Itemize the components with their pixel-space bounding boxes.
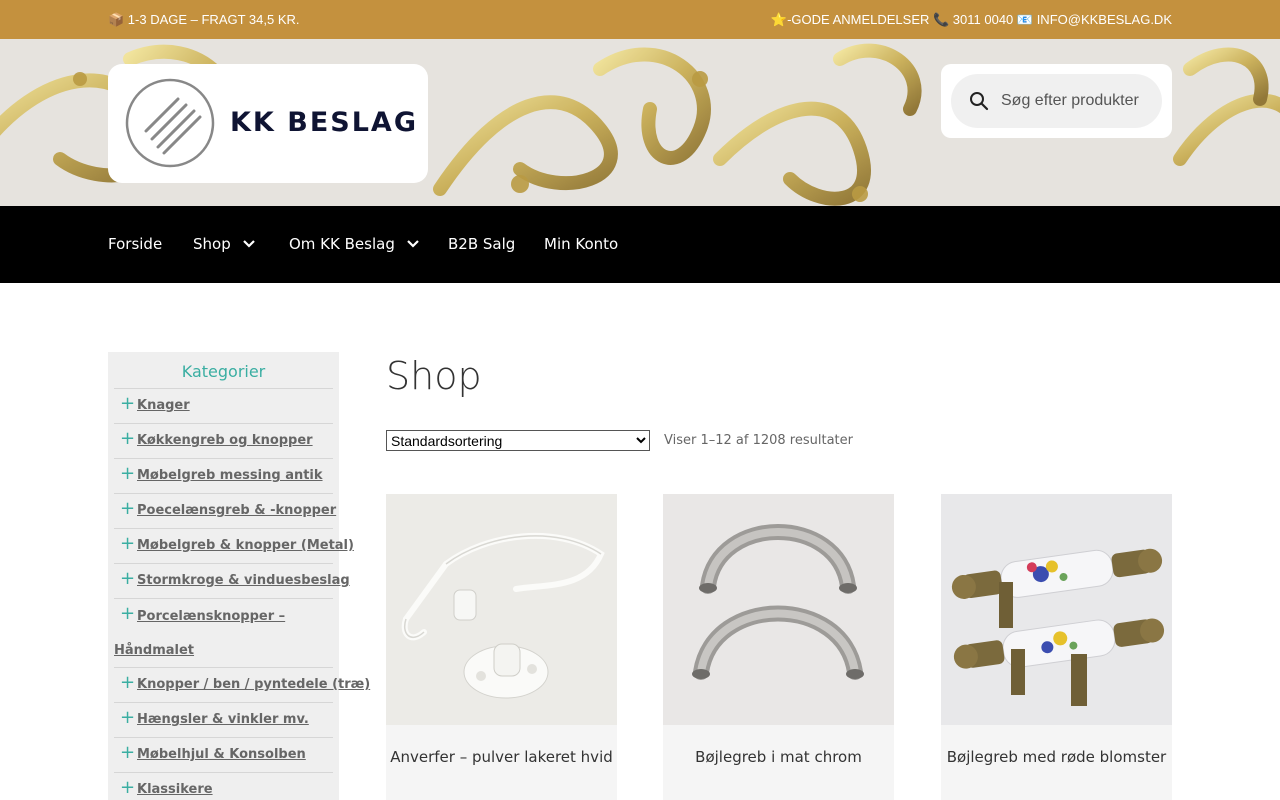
expand-plus-icon[interactable]: + — [120, 534, 135, 554]
product-name[interactable]: Bøjlegreb i mat chrom — [663, 748, 894, 766]
expand-plus-icon[interactable]: + — [120, 708, 135, 728]
category-link[interactable]: Porcelænsknopper – Håndmalet — [114, 600, 333, 668]
nav-label: Shop — [193, 235, 231, 253]
main-navigation: Forside Shop Om KK Beslag B2B Salg Min K… — [0, 206, 1280, 283]
nav-label: B2B Salg — [448, 235, 516, 253]
logo-mark-icon — [125, 78, 215, 168]
nav-item-forside[interactable]: Forside — [108, 235, 162, 253]
category-item: + Knager — [114, 388, 333, 423]
category-sidebar: Kategorier + Knager + Køkkengreb og knoppe… — [108, 352, 370, 800]
expand-plus-icon[interactable]: + — [120, 394, 135, 414]
search-widget — [941, 64, 1172, 138]
product-card[interactable]: Bøjlegreb i mat chrom — [663, 494, 894, 800]
category-list: + Knager + Køkkengreb og knopper + Møbelgre… — [114, 388, 370, 800]
nav-label: Min Konto — [544, 235, 619, 253]
product-card[interactable]: Bøjlegreb med røde blomster — [941, 494, 1172, 800]
category-item: + Stormkroge & vinduesbeslag — [114, 563, 350, 598]
nav-label: Om KK Beslag — [289, 235, 395, 253]
expand-plus-icon[interactable]: + — [120, 569, 135, 589]
category-item: + Møbelhjul & Konsolben — [114, 737, 333, 772]
nav-item-b2b-salg[interactable]: B2B Salg — [448, 235, 515, 253]
chevron-down-icon[interactable] — [242, 240, 255, 248]
category-link[interactable]: Hængsler & vinkler mv. — [137, 712, 309, 727]
product-image[interactable] — [386, 494, 617, 725]
product-image[interactable] — [663, 494, 894, 725]
category-item: + Knopper / ben / pyntedele (træ) — [114, 667, 370, 702]
category-item: + Køkkengreb og knopper — [114, 423, 333, 458]
category-link[interactable]: Møbelhjul & Konsolben — [137, 747, 306, 762]
category-item: + Poecelænsgreb & -knopper — [114, 493, 336, 528]
search-icon[interactable] — [969, 91, 989, 111]
site-logo[interactable]: KK BESLAG — [108, 64, 428, 183]
category-item: + Møbelgreb messing antik — [114, 458, 333, 493]
nav-item-min-konto[interactable]: Min Konto — [544, 235, 618, 253]
porcelain-handle-image — [941, 494, 1172, 725]
category-item: + Møbelgreb & knopper (Metal) — [114, 528, 354, 563]
expand-plus-icon[interactable]: + — [120, 429, 135, 449]
expand-plus-icon[interactable]: + — [120, 673, 135, 693]
expand-plus-icon[interactable]: + — [120, 743, 135, 763]
shipping-info: 📦 1-3 DAGE – FRAGT 34,5 KR. — [108, 12, 300, 27]
category-link[interactable]: Knager — [137, 398, 190, 413]
search-field-wrapper — [951, 74, 1162, 128]
category-link[interactable]: Klassikere — [137, 782, 213, 797]
product-card[interactable]: Anverfer – pulver lakeret hvid — [386, 494, 617, 800]
category-item: + Hængsler & vinkler mv. — [114, 702, 333, 737]
category-link[interactable]: Møbelgreb messing antik — [137, 468, 323, 483]
category-link[interactable]: Køkkengreb og knopper — [137, 433, 313, 448]
category-link[interactable]: Knopper / ben / pyntedele (træ) — [137, 677, 370, 692]
nav-item-om-kk-beslag[interactable]: Om KK Beslag — [289, 235, 419, 253]
nav-item-shop[interactable]: Shop — [193, 235, 255, 253]
category-item: + Klassikere — [114, 772, 333, 800]
page-title: Shop — [386, 354, 482, 398]
brand-name: KK BESLAG — [230, 107, 418, 138]
contact-info[interactable]: ⭐-GODE ANMELDELSER 📞 3011 0040 📧 INFO@KK… — [771, 12, 1172, 28]
expand-plus-icon[interactable]: + — [120, 778, 135, 798]
category-item: + Porcelænsknopper – Håndmalet — [114, 598, 333, 667]
window-hook-image — [386, 494, 617, 725]
nav-label: Forside — [108, 235, 163, 253]
announcement-bar: 📦 1-3 DAGE – FRAGT 34,5 KR. ⭐-GODE ANMEL… — [0, 0, 1280, 39]
product-name[interactable]: Anverfer – pulver lakeret hvid — [386, 748, 617, 766]
chrome-handle-image — [663, 494, 894, 725]
product-image[interactable] — [941, 494, 1172, 725]
sort-dropdown[interactable]: Standardsortering — [386, 430, 650, 451]
chevron-down-icon[interactable] — [407, 240, 419, 248]
category-link[interactable]: Poecelænsgreb & -knopper — [137, 503, 336, 518]
category-link[interactable]: Møbelgreb & knopper (Metal) — [137, 538, 354, 553]
result-count: Viser 1–12 af 1208 resultater — [664, 433, 853, 448]
sidebar-title: Kategorier — [181, 362, 266, 381]
expand-plus-icon[interactable]: + — [120, 499, 135, 519]
search-input[interactable] — [1001, 74, 1157, 128]
expand-plus-icon[interactable]: + — [120, 464, 135, 484]
category-link[interactable]: Stormkroge & vinduesbeslag — [137, 573, 350, 588]
product-name[interactable]: Bøjlegreb med røde blomster — [941, 748, 1172, 766]
